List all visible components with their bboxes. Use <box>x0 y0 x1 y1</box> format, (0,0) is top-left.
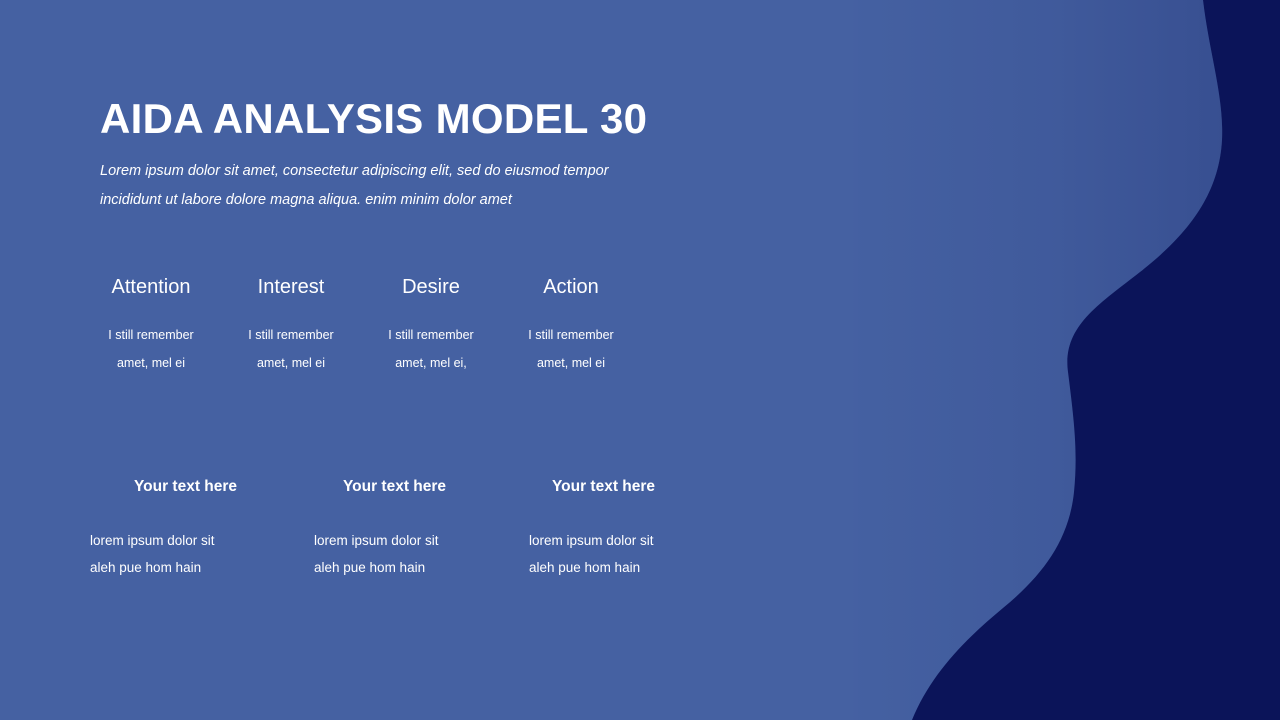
aida-body-line-1: I still remember <box>108 328 194 342</box>
aida-stage-body: I still remember amet, mel ei <box>81 321 221 377</box>
aida-stage-title: Action <box>543 276 599 298</box>
aida-stage-attention: Attention I still remember amet, mel ei <box>81 275 221 377</box>
note-body: lorem ipsum dolor sit aleh pue hom hain <box>290 527 499 582</box>
note-block: Your text here lorem ipsum dolor sit ale… <box>499 478 708 582</box>
aida-body-line-2: amet, mel ei <box>116 356 186 371</box>
aida-stage-action: Action I still remember amet, mel ei <box>501 275 641 377</box>
wave-shape-fill <box>912 0 1280 720</box>
note-block: Your text here lorem ipsum dolor sit ale… <box>290 478 499 582</box>
page-title: AIDA ANALYSIS MODEL 30 <box>100 95 648 142</box>
note-body-line-1: lorem ipsum dolor sit <box>90 532 215 548</box>
aida-stage-body: I still remember amet, mel ei, <box>361 321 501 377</box>
aida-stage-title: Desire <box>402 276 460 298</box>
notes-row: Your text here lorem ipsum dolor sit ale… <box>81 478 721 582</box>
slide-subtitle: Lorem ipsum dolor sit amet, consectetur … <box>100 157 645 214</box>
wave-shape-shadow <box>840 0 1223 720</box>
aida-stage-body: I still remember amet, mel ei <box>221 321 361 377</box>
aida-stage-title: Interest <box>257 276 325 298</box>
aida-body-line-1: I still remember <box>248 328 334 342</box>
subtitle-line-2: incididunt ut labore dolore magna aliqua… <box>100 191 512 208</box>
aida-stage-desire: Desire I still remember amet, mel ei, <box>361 275 501 377</box>
note-title: Your text here <box>133 478 238 495</box>
note-title: Your text here <box>551 478 656 495</box>
header-block: AIDA ANALYSIS MODEL 30 Lorem ipsum dolor… <box>100 96 740 214</box>
note-body-line-2: aleh pue hom hain <box>529 560 641 576</box>
aida-stage-interest: Interest I still remember amet, mel ei <box>221 275 361 377</box>
aida-stage-title: Attention <box>111 276 191 298</box>
note-body-line-2: aleh pue hom hain <box>90 560 202 576</box>
aida-body-line-2: amet, mel ei <box>256 356 326 371</box>
note-body: lorem ipsum dolor sit aleh pue hom hain <box>499 527 708 582</box>
aida-stage-row: Attention I still remember amet, mel ei … <box>81 275 641 377</box>
subtitle-line-1: Lorem ipsum dolor sit amet, consectetur … <box>100 163 609 180</box>
slide-canvas: AIDA ANALYSIS MODEL 30 Lorem ipsum dolor… <box>0 0 1280 720</box>
note-body-line-2: aleh pue hom hain <box>314 560 426 576</box>
note-body-line-1: lorem ipsum dolor sit <box>314 532 439 548</box>
aida-stage-body: I still remember amet, mel ei <box>501 321 641 377</box>
note-title: Your text here <box>342 478 447 495</box>
aida-body-line-2: amet, mel ei, <box>395 356 467 371</box>
note-block: Your text here lorem ipsum dolor sit ale… <box>81 478 290 582</box>
aida-body-line-1: I still remember <box>388 328 474 342</box>
note-body-line-1: lorem ipsum dolor sit <box>529 532 654 548</box>
aida-body-line-2: amet, mel ei <box>536 356 606 371</box>
note-body: lorem ipsum dolor sit aleh pue hom hain <box>81 527 290 582</box>
aida-body-line-1: I still remember <box>528 328 614 342</box>
